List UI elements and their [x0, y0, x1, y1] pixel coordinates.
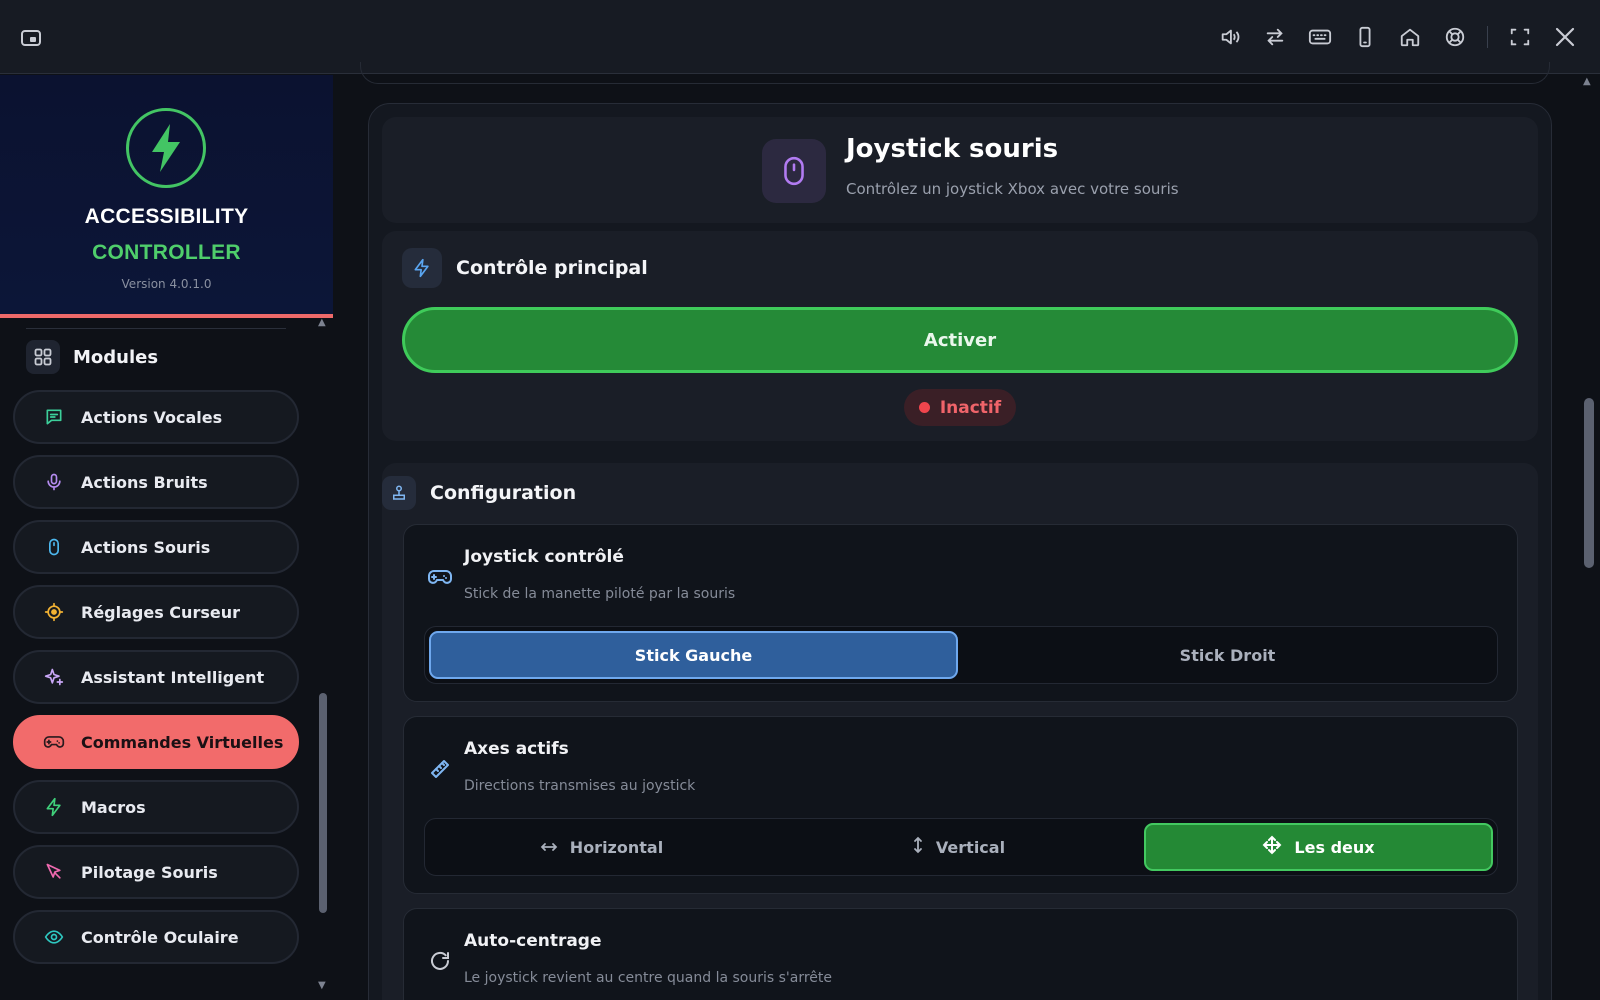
sidebar-item-actions-vocales[interactable]: Actions Vocales — [13, 390, 299, 444]
sidebar-scroll-down[interactable]: ▼ — [318, 980, 326, 991]
refresh-icon — [426, 947, 454, 975]
horizontal-arrows-icon — [540, 838, 558, 857]
chat-icon — [43, 406, 65, 428]
home-icon[interactable] — [1395, 22, 1425, 52]
axes-setting-title: Axes actifs — [464, 739, 569, 759]
sidebar-item-controle-oculaire[interactable]: Contrôle Oculaire — [13, 910, 299, 964]
sidebar-item-reglages-curseur[interactable]: Réglages Curseur — [13, 585, 299, 639]
previous-card-edge — [360, 62, 1550, 84]
mouse-icon — [43, 536, 65, 558]
module-header-card — [382, 117, 1538, 223]
status-dot — [918, 402, 930, 413]
bolt-icon — [402, 248, 442, 288]
axes-setting-description: Directions transmises au joystick — [464, 778, 696, 794]
sparkles-icon — [43, 666, 65, 688]
grid-icon — [26, 340, 60, 374]
sidebar-item-pilotage-souris[interactable]: Pilotage Souris — [13, 845, 299, 899]
sidebar-item-label: Actions Bruits — [81, 472, 208, 492]
picture-in-picture-icon[interactable] — [20, 27, 42, 49]
ruler-icon — [426, 755, 454, 783]
les-deux-label: Les deux — [1294, 837, 1375, 857]
joystick-selector: Stick Gauche Stick Droit — [424, 626, 1498, 684]
brand-title: ACCESSIBILITY — [84, 205, 249, 228]
joystick-setting-description: Stick de la manette piloté par la souris — [464, 586, 736, 602]
move-arrows-icon — [1262, 835, 1282, 859]
sidebar-item-label: Assistant Intelligent — [81, 667, 265, 687]
stick-droit-option[interactable]: Stick Droit — [962, 631, 1493, 679]
microphone-icon — [43, 471, 65, 493]
gamepad-icon — [426, 563, 454, 591]
toolbar-divider — [1487, 26, 1488, 48]
modules-label: Modules — [73, 346, 159, 368]
activate-button[interactable]: Activer — [402, 307, 1518, 373]
main-control-title: Contrôle principal — [456, 257, 648, 279]
sidebar-divider — [26, 328, 286, 329]
les-deux-option[interactable]: Les deux — [1144, 823, 1493, 871]
fullscreen-icon[interactable] — [1505, 22, 1535, 52]
stick-gauche-option[interactable]: Stick Gauche — [429, 631, 958, 679]
horizontal-option[interactable]: Horizontal — [429, 823, 774, 871]
vertical-label: Vertical — [935, 837, 1006, 857]
configuration-header: Configuration — [382, 476, 576, 510]
sidebar-item-label: Réglages Curseur — [81, 602, 240, 622]
volume-icon[interactable] — [1215, 22, 1245, 52]
brand-panel: ACCESSIBILITY CONTROLLER Version 4.0.1.0 — [0, 75, 333, 318]
cursor-icon — [43, 861, 65, 883]
window-toolbar — [1215, 22, 1580, 52]
eye-icon — [43, 926, 65, 948]
sidebar-item-label: Actions Vocales — [81, 407, 223, 427]
sidebar-item-commandes-virtuelles[interactable]: Commandes Virtuelles — [13, 715, 299, 769]
gamepad-icon — [43, 731, 65, 753]
sidebar-item-label: Pilotage Souris — [81, 862, 218, 882]
status-label: Inactif — [939, 397, 1002, 418]
joystick-setting-card: Joystick contrôlé Stick de la manette pi… — [403, 524, 1518, 702]
sidebar-item-macros[interactable]: Macros — [13, 780, 299, 834]
crosshair-icon — [43, 601, 65, 623]
main-scroll-up[interactable]: ▲ — [1583, 76, 1591, 87]
modules-header: Modules — [26, 340, 158, 374]
lifebuoy-icon[interactable] — [1440, 22, 1470, 52]
version-label: Version 4.0.1.0 — [121, 277, 212, 291]
lightning-logo-icon — [126, 108, 206, 188]
sidebar-item-actions-bruits[interactable]: Actions Bruits — [13, 455, 299, 509]
sidebar-item-label: Actions Souris — [81, 537, 211, 557]
swap-icon[interactable] — [1260, 22, 1290, 52]
sidebar-scrollbar-thumb[interactable] — [319, 693, 327, 913]
keyboard-icon[interactable] — [1305, 22, 1335, 52]
sidebar-scroll-up[interactable]: ▲ — [318, 317, 326, 328]
module-nav: Actions Vocales Actions Bruits Actions S… — [13, 390, 299, 975]
autocenter-description: Le joystick revient au centre quand la s… — [464, 970, 833, 986]
joystick-setting-title: Joystick contrôlé — [464, 547, 624, 567]
autocenter-setting-card: Auto-centrage Le joystick revient au cen… — [403, 908, 1518, 1000]
main-scrollbar-thumb[interactable] — [1584, 398, 1594, 568]
sidebar-item-actions-souris[interactable]: Actions Souris — [13, 520, 299, 574]
close-icon[interactable] — [1550, 22, 1580, 52]
main-control-header: Contrôle principal — [402, 248, 648, 288]
configuration-title: Configuration — [430, 482, 577, 504]
module-title: Joystick souris — [846, 134, 1059, 164]
axes-setting-card: Axes actifs Directions transmises au joy… — [403, 716, 1518, 894]
sidebar-item-label: Macros — [81, 797, 146, 817]
brand-subtitle: CONTROLLER — [92, 241, 241, 264]
vertical-arrows-icon — [912, 836, 924, 858]
horizontal-label: Horizontal — [569, 837, 664, 857]
sidebar-item-label: Contrôle Oculaire — [81, 927, 239, 947]
status-badge: Inactif — [904, 389, 1016, 426]
axes-selector: Horizontal Vertical Les deux — [424, 818, 1498, 876]
mouse-icon — [762, 139, 826, 203]
module-subtitle: Contrôlez un joystick Xbox avec votre so… — [846, 180, 1179, 198]
phone-icon[interactable] — [1350, 22, 1380, 52]
sidebar-item-assistant-intelligent[interactable]: Assistant Intelligent — [13, 650, 299, 704]
autocenter-title: Auto-centrage — [464, 931, 602, 951]
vertical-option[interactable]: Vertical — [786, 823, 1131, 871]
sidebar: ACCESSIBILITY CONTROLLER Version 4.0.1.0… — [0, 75, 333, 1000]
joystick-icon — [382, 476, 416, 510]
sidebar-item-label: Commandes Virtuelles — [81, 732, 284, 752]
bolt-icon — [43, 796, 65, 818]
